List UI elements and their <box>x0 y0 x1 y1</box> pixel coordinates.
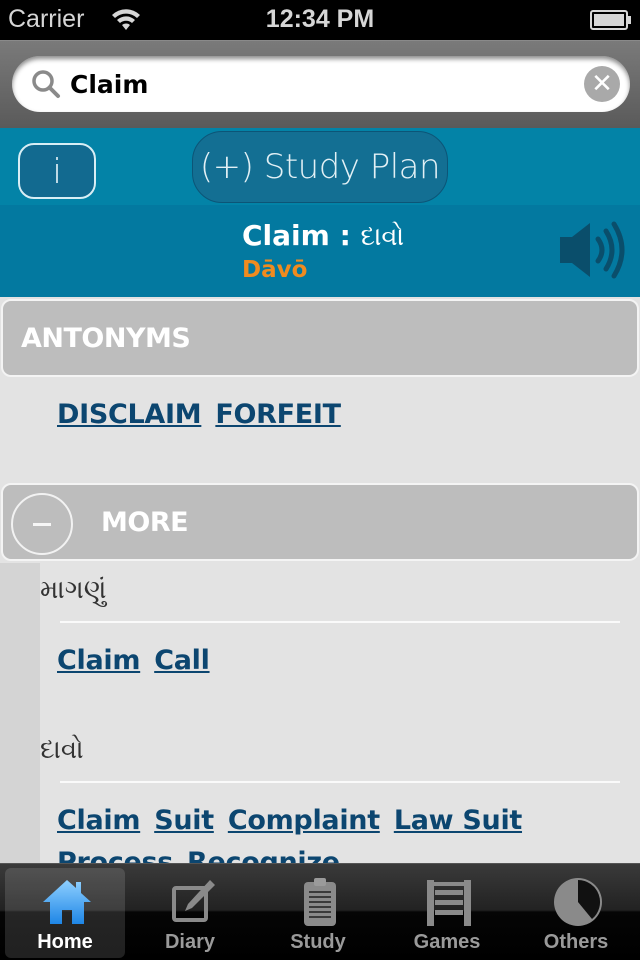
antonyms-header[interactable]: ANTONYMS <box>1 299 639 377</box>
antonym-link[interactable]: DISCLAIM <box>57 399 202 430</box>
collapse-icon[interactable] <box>11 493 73 555</box>
antonym-link[interactable]: FORFEIT <box>215 399 341 430</box>
abacus-icon <box>427 880 471 926</box>
battery-icon <box>590 10 631 30</box>
antonyms-list: DISCLAIM FORFEIT <box>57 399 355 430</box>
word-separator: : <box>329 219 361 252</box>
transliteration: Dāvō <box>242 257 308 283</box>
synonym-link[interactable]: Claim <box>57 645 140 676</box>
more-title: MORE <box>101 507 189 538</box>
tab-others[interactable]: Others <box>516 868 636 958</box>
synonym-list: Claim Suit Complaint Law Suit <box>57 805 536 836</box>
synonym-link[interactable]: Call <box>154 645 210 676</box>
search-icon <box>32 70 60 98</box>
gujarati-translation: દાવો <box>360 222 405 252</box>
action-strip: i (+) Study Plan <box>0 128 640 205</box>
synonym-link[interactable]: Recognize <box>187 847 340 863</box>
search-bar: ✕ <box>0 40 640 128</box>
antonyms-title: ANTONYMS <box>21 323 191 354</box>
tab-label: Games <box>413 931 481 953</box>
clear-search-button[interactable]: ✕ <box>584 66 620 102</box>
clear-icon: ✕ <box>591 69 613 99</box>
synonym-list: Claim Call <box>57 645 224 676</box>
tab-study[interactable]: Study <box>258 868 378 958</box>
pie-icon <box>554 878 602 926</box>
tab-label: Home <box>37 931 93 953</box>
synonym-link[interactable]: Process <box>57 847 173 863</box>
status-bar: Carrier 12:34 PM <box>0 0 640 40</box>
info-button[interactable]: i <box>18 143 96 199</box>
english-word: Claim <box>242 219 330 252</box>
tab-label: Study <box>290 931 346 953</box>
home-icon <box>43 880 91 924</box>
meaning-heading: દાવો <box>40 735 84 765</box>
synonym-link[interactable]: Suit <box>154 805 214 836</box>
tab-label: Others <box>543 931 609 953</box>
more-header[interactable]: MORE <box>1 483 639 561</box>
divider <box>60 781 620 783</box>
word-title: Claim : દાવો <box>242 219 404 253</box>
add-study-plan-button[interactable]: (+) Study Plan <box>192 131 448 203</box>
divider <box>60 621 620 623</box>
synonym-link[interactable]: Claim <box>57 805 140 836</box>
search-input[interactable] <box>70 64 570 104</box>
synonym-link[interactable]: Complaint <box>228 805 380 836</box>
tab-label: Diary <box>164 931 216 953</box>
clock: 12:34 PM <box>265 5 375 33</box>
meaning-heading: માગણું <box>40 575 107 605</box>
synonym-link[interactable]: Law Suit <box>394 805 523 836</box>
study-plan-label: (+) Study Plan <box>199 147 441 187</box>
diary-icon <box>172 880 215 922</box>
word-details[interactable]: ANTONYMS DISCLAIM FORFEIT MORE માગણું Cla… <box>0 297 640 863</box>
indent-strip <box>0 563 40 863</box>
word-header: Claim : દાવો Dāvō <box>0 205 640 297</box>
info-icon: i <box>55 150 59 191</box>
clipboard-icon <box>304 878 336 926</box>
synonym-list-continued: Process Recognize <box>57 847 354 863</box>
tab-games[interactable]: Games <box>387 868 507 958</box>
speaker-icon[interactable] <box>558 219 632 281</box>
tab-home[interactable]: Home <box>5 868 125 958</box>
search-field[interactable]: ✕ <box>12 56 630 112</box>
tab-diary[interactable]: Diary <box>130 868 250 958</box>
tab-bar: Home Diary Study Games Others <box>0 863 640 960</box>
